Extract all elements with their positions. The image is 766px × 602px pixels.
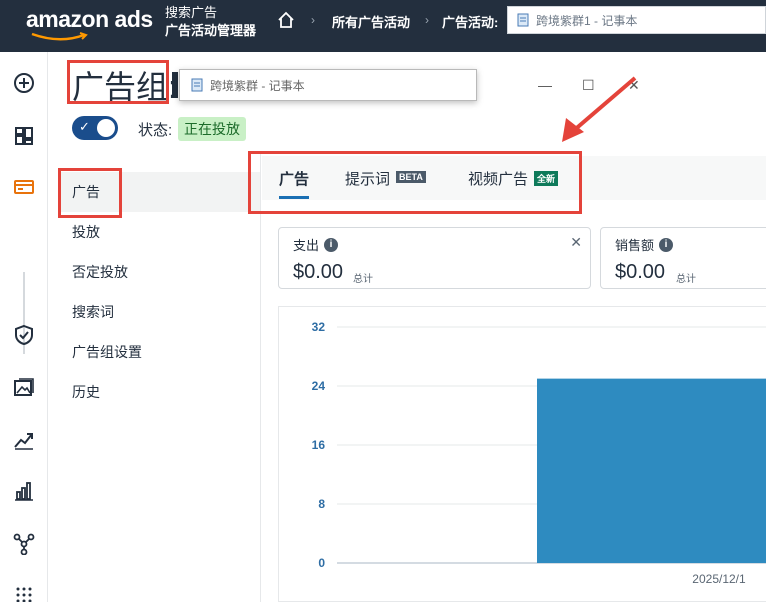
spend-sub: 总计 [353, 274, 373, 285]
logo-smile-icon [31, 32, 88, 41]
notepad-window[interactable]: 跨境紫群 - 记事本 — ☐ ✕ [179, 69, 640, 101]
notepad-taskbar-tab[interactable]: 跨境紫群1 - 记事本 [507, 6, 766, 34]
y-tick-label: 0 [318, 556, 325, 570]
y-tick-label: 24 [312, 379, 326, 393]
breadcrumb-campaign[interactable]: 广告活动: [442, 12, 498, 31]
home-icon[interactable] [277, 11, 295, 29]
sidenav-item-targeting[interactable]: 投放 [58, 212, 260, 252]
status-badge: 正在投放 [178, 117, 246, 141]
shield-icon[interactable] [13, 324, 35, 346]
info-icon[interactable]: i [659, 237, 674, 252]
spend-value: $0.00 [293, 261, 344, 283]
chart-svg: 32 24 16 8 0 2025/12/1 [312, 320, 766, 586]
spend-card[interactable]: 支出 i ✕ $0.00 总计 [278, 227, 591, 289]
x-tick-label: 2025/12/1 [692, 572, 746, 586]
campaign-card-icon[interactable] [13, 176, 35, 198]
title-highlight-box [67, 60, 169, 104]
product-line-2: 广告活动管理器 [165, 23, 257, 38]
sidenav-item-ad-group-settings[interactable]: 广告组设置 [58, 332, 260, 372]
breadcrumb-all-campaigns[interactable]: 所有广告活动 [332, 12, 410, 31]
status-toggle[interactable]: ✓ [72, 116, 118, 140]
trend-icon[interactable] [13, 429, 35, 451]
notepad-icon [517, 13, 529, 27]
chart-bar[interactable] [537, 378, 766, 563]
sales-card[interactable]: 销售额 i $0.00 总计 [600, 227, 766, 289]
annotation-arrow [562, 76, 637, 142]
image-icon[interactable] [13, 377, 35, 399]
amazon-ads-logo[interactable]: amazon ads [26, 6, 153, 33]
tabs-highlight-box [248, 151, 582, 214]
notepad-icon [191, 78, 203, 92]
toggle-knob [97, 119, 115, 137]
y-tick-label: 8 [318, 497, 325, 511]
notepad-tab-title: 跨境紫群1 - 记事本 [536, 13, 638, 28]
bar-chart-icon[interactable] [13, 480, 35, 502]
sales-value: $0.00 [615, 261, 666, 283]
sidenav-item-search-terms[interactable]: 搜索词 [58, 292, 260, 332]
sidenav-item-negative-targeting[interactable]: 否定投放 [58, 252, 260, 292]
plus-circle-icon[interactable] [13, 72, 35, 94]
product-name: 搜索广告 广告活动管理器 [165, 4, 256, 40]
left-rail [0, 52, 48, 602]
network-icon[interactable] [13, 533, 35, 555]
chevron-right-icon: › [425, 13, 429, 27]
chevron-right-icon: › [311, 13, 315, 27]
performance-chart: 32 24 16 8 0 2025/12/1 [278, 306, 766, 602]
spend-label-row: 支出 i [293, 235, 339, 254]
y-tick-label: 32 [312, 320, 326, 334]
sales-label-row: 销售额 i [615, 235, 674, 254]
notepad-window-title: 跨境紫群 - 记事本 [210, 78, 305, 93]
sales-sub: 总计 [676, 274, 696, 285]
check-icon: ✓ [79, 119, 90, 134]
nav-highlight-box [58, 168, 122, 218]
title-cursor [172, 72, 178, 98]
top-bar: amazon ads 搜索广告 广告活动管理器 › 所有广告活动 › 广告活动:… [0, 0, 766, 52]
sidenav-divider [260, 152, 261, 602]
status-label: 状态: [138, 122, 173, 139]
sidenav-item-history[interactable]: 历史 [58, 372, 260, 412]
y-tick-label: 16 [312, 438, 326, 452]
product-line-1: 搜索广告 [165, 5, 218, 20]
apps-grid-icon[interactable] [13, 584, 35, 602]
sales-label: 销售额 [615, 238, 655, 253]
info-icon[interactable]: i [324, 237, 339, 252]
close-icon[interactable]: ✕ [570, 234, 582, 251]
dashboard-icon[interactable] [13, 125, 35, 147]
spend-label: 支出 [293, 238, 320, 253]
